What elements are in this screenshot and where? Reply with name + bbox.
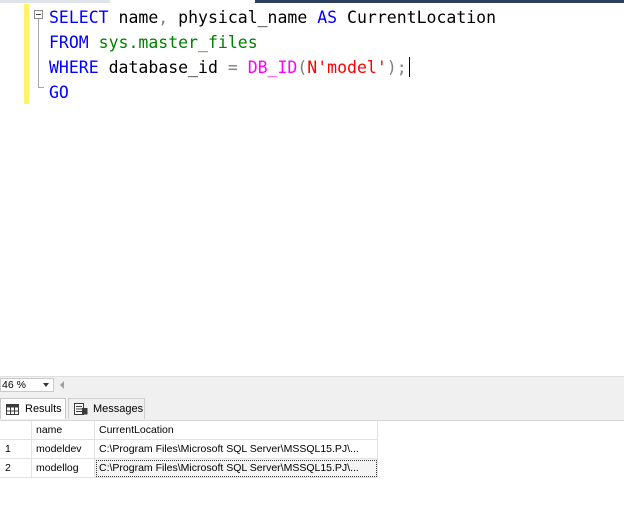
editor-status-bar: 46 % xyxy=(0,376,624,394)
outline-line-end xyxy=(38,87,44,88)
tab-results-label: Results xyxy=(25,403,62,415)
code-token: CurrentLocation xyxy=(337,8,497,27)
chevron-down-icon xyxy=(43,383,49,387)
change-indicator-bar xyxy=(24,4,29,104)
results-grid[interactable]: name CurrentLocation 1 modeldev C:\Progr… xyxy=(0,421,624,510)
code-token: name xyxy=(108,8,159,27)
grid-header-row: name CurrentLocation xyxy=(0,421,378,440)
collapse-minus-icon[interactable] xyxy=(34,10,43,19)
column-header-current-location[interactable]: CurrentLocation xyxy=(94,421,378,440)
cell-current-location-selected[interactable]: C:\Program Files\Microsoft SQL Server\MS… xyxy=(94,458,378,478)
grid-icon xyxy=(6,403,19,422)
row-number-header xyxy=(0,421,32,440)
tab-results[interactable]: Results xyxy=(0,398,66,419)
cell-name[interactable]: modeldev xyxy=(31,439,95,459)
editor-gutter xyxy=(0,3,20,378)
code-token: = xyxy=(227,58,238,77)
code-token: database_id xyxy=(98,58,228,77)
code-token: GO xyxy=(49,83,69,102)
code-token: ); xyxy=(386,58,407,77)
text-caret xyxy=(408,57,410,77)
code-token: ( xyxy=(297,58,308,77)
cell-current-location[interactable]: C:\Program Files\Microsoft SQL Server\MS… xyxy=(94,439,378,459)
tab-messages[interactable]: Messages xyxy=(68,398,145,419)
table-row[interactable]: 1 modeldev C:\Program Files\Microsoft SQ… xyxy=(0,439,378,459)
code-token: DB_ID xyxy=(247,58,298,77)
query-editor[interactable]: SELECT name, physical_name AS CurrentLoc… xyxy=(0,3,624,378)
code-token: , xyxy=(158,8,169,27)
table-row[interactable]: 2 modellog C:\Program Files\Microsoft SQ… xyxy=(0,458,378,478)
column-header-name[interactable]: name xyxy=(31,421,95,440)
row-number[interactable]: 1 xyxy=(0,439,32,459)
sql-code[interactable]: SELECT name, physical_name AS CurrentLoc… xyxy=(49,5,496,105)
code-token: WHERE xyxy=(49,58,99,77)
code-line[interactable]: FROM sys.master_files xyxy=(49,30,496,55)
code-token: physical_name xyxy=(168,8,318,27)
code-token: FROM xyxy=(49,33,89,52)
results-tab-bar: Results Messages xyxy=(0,394,624,421)
cell-name[interactable]: modellog xyxy=(31,458,95,478)
code-token: N'model' xyxy=(307,58,387,77)
zoom-value: 46 % xyxy=(2,379,26,391)
scroll-left-arrow-icon[interactable] xyxy=(60,381,64,389)
code-line[interactable]: WHERE database_id = DB_ID(N'model'); xyxy=(49,55,496,80)
outline-line xyxy=(38,19,39,87)
code-token: SELECT xyxy=(49,8,109,27)
tab-messages-label: Messages xyxy=(93,403,144,415)
row-number[interactable]: 2 xyxy=(0,458,32,478)
results-table: name CurrentLocation 1 modeldev C:\Progr… xyxy=(0,421,378,478)
messages-icon xyxy=(74,403,88,422)
code-token: sys.master_files xyxy=(88,33,258,52)
zoom-select[interactable]: 46 % xyxy=(0,378,54,392)
code-token: AS xyxy=(317,8,338,27)
code-line[interactable]: GO xyxy=(49,80,496,105)
code-line[interactable]: SELECT name, physical_name AS CurrentLoc… xyxy=(49,5,496,30)
